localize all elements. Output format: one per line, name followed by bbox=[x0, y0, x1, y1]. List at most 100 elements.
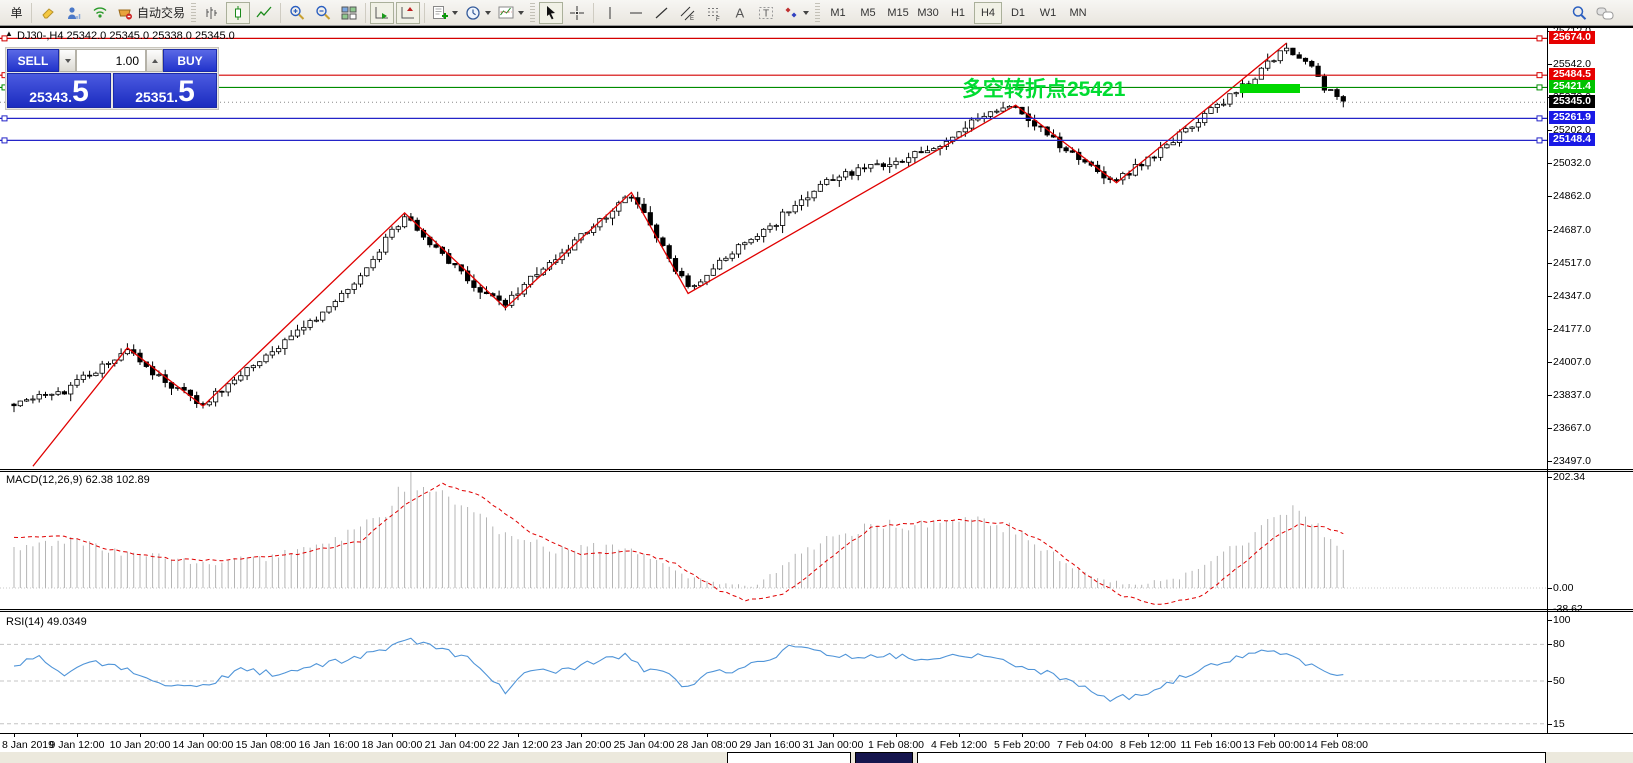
mt4-window: 单 自动交易 bbox=[0, 0, 1633, 763]
channel-tool-button[interactable]: E bbox=[676, 2, 700, 24]
time-axis-tick bbox=[329, 734, 330, 737]
arrows-tool-button[interactable] bbox=[780, 2, 811, 24]
price-axis-tick bbox=[1548, 196, 1552, 197]
chevron-down-icon bbox=[803, 11, 809, 15]
indicators-icon bbox=[431, 4, 449, 22]
rsi-axis-tick bbox=[1548, 620, 1552, 621]
price-level-tag: 25261.9 bbox=[1549, 111, 1595, 124]
fibonacci-tool-button[interactable]: F bbox=[702, 2, 726, 24]
crosshair-tool-button[interactable] bbox=[565, 2, 589, 24]
price-axis-tick bbox=[1548, 395, 1552, 396]
volume-increase-button[interactable] bbox=[146, 49, 163, 72]
search-button[interactable] bbox=[1567, 2, 1591, 24]
chart-shift-button[interactable] bbox=[396, 2, 420, 24]
macd-axis-tick-label: 0.00 bbox=[1553, 582, 1573, 594]
rsi-axis-tick-label: 15 bbox=[1553, 718, 1565, 730]
sell-price-fraction: 5 bbox=[72, 78, 89, 106]
periods-button[interactable] bbox=[462, 2, 493, 24]
tab-timeframe-mn[interactable]: MN bbox=[1064, 2, 1092, 24]
time-axis-label: 5 Feb 20:00 bbox=[994, 739, 1050, 751]
price-axis-tick-label: 23837.0 bbox=[1553, 389, 1591, 401]
eraser-button[interactable] bbox=[36, 2, 60, 24]
zoom-in-button[interactable] bbox=[285, 2, 309, 24]
sell-button[interactable]: SELL bbox=[7, 49, 59, 72]
text-label-icon: T bbox=[757, 4, 775, 22]
time-axis-label: 10 Jan 20:00 bbox=[110, 739, 171, 751]
strategy-tester-button[interactable] bbox=[62, 2, 86, 24]
tab-timeframe-m15[interactable]: M15 bbox=[884, 2, 912, 24]
pane-splitter-rsi[interactable] bbox=[0, 609, 1633, 612]
indicators-button[interactable] bbox=[429, 2, 460, 24]
time-axis-label: 8 Jan 2019 bbox=[2, 739, 54, 751]
text-label-tool-button[interactable]: T bbox=[754, 2, 778, 24]
candlestick-chart-button[interactable] bbox=[226, 2, 250, 24]
time-axis-label: 11 Feb 16:00 bbox=[1180, 739, 1241, 751]
time-axis-tick bbox=[518, 734, 519, 737]
templates-button[interactable] bbox=[495, 2, 526, 24]
volume-input[interactable] bbox=[76, 49, 146, 72]
macd-indicator-canvas[interactable] bbox=[0, 472, 1547, 609]
one-click-trading-panel: SELL BUY 25343.5 25351.5 bbox=[5, 47, 219, 110]
signal-icon bbox=[91, 4, 109, 22]
bar-chart-button[interactable] bbox=[200, 2, 224, 24]
time-axis-tick bbox=[644, 734, 645, 737]
signals-button[interactable] bbox=[88, 2, 112, 24]
tab-timeframe-m30[interactable]: M30 bbox=[914, 2, 942, 24]
price-axis-tick bbox=[1548, 428, 1552, 429]
price-axis-tick-label: 24862.0 bbox=[1553, 190, 1591, 202]
tab-timeframe-w1[interactable]: W1 bbox=[1034, 2, 1062, 24]
time-axis-tick bbox=[1022, 734, 1023, 737]
time-axis-label: 31 Jan 00:00 bbox=[803, 739, 864, 751]
buy-button[interactable]: BUY bbox=[163, 49, 217, 72]
chevron-down-icon bbox=[485, 11, 491, 15]
tab-timeframe-d1[interactable]: D1 bbox=[1004, 2, 1032, 24]
autotrading-button[interactable]: 自动交易 bbox=[114, 2, 187, 24]
time-axis-tick bbox=[770, 734, 771, 737]
cursor-tool-button[interactable] bbox=[539, 2, 563, 24]
price-axis-tick-label: 24007.0 bbox=[1553, 356, 1591, 368]
tab-timeframe-m5[interactable]: M5 bbox=[854, 2, 882, 24]
price-axis-tick bbox=[1548, 362, 1552, 363]
new-order-button[interactable]: 单 bbox=[3, 2, 27, 24]
macd-label: MACD(12,26,9) 62.38 102.89 bbox=[6, 474, 150, 486]
tab-timeframe-m1[interactable]: M1 bbox=[824, 2, 852, 24]
search-icon bbox=[1570, 4, 1588, 22]
trendline-tool-button[interactable] bbox=[650, 2, 674, 24]
tab-timeframe-h1[interactable]: H1 bbox=[944, 2, 972, 24]
line-chart-icon bbox=[255, 4, 273, 22]
chevron-down-icon bbox=[452, 11, 458, 15]
vertical-line-tool-button[interactable] bbox=[598, 2, 622, 24]
tile-windows-button[interactable] bbox=[337, 2, 361, 24]
price-axis-tick-label: 25032.0 bbox=[1553, 157, 1591, 169]
macd-axis-tick bbox=[1548, 477, 1552, 478]
zoom-out-button[interactable] bbox=[311, 2, 335, 24]
price-axis-tick-label: 23497.0 bbox=[1553, 455, 1591, 467]
time-axis-label: 14 Feb 08:00 bbox=[1306, 739, 1368, 751]
tab-timeframe-h4[interactable]: H4 bbox=[974, 2, 1002, 24]
line-chart-button[interactable] bbox=[252, 2, 276, 24]
time-axis-label: 22 Jan 12:00 bbox=[488, 739, 549, 751]
price-chart-canvas[interactable]: 多空转折点25421 bbox=[0, 28, 1547, 469]
time-axis-label: 14 Jan 00:00 bbox=[173, 739, 234, 751]
time-axis-tick bbox=[140, 734, 141, 737]
auto-scroll-button[interactable] bbox=[370, 2, 394, 24]
volume-decrease-button[interactable] bbox=[59, 49, 76, 72]
price-axis-tick bbox=[1548, 130, 1552, 131]
status-bar-segment bbox=[727, 752, 851, 763]
macd-axis-tick bbox=[1548, 609, 1552, 610]
price-level-tag: 25674.0 bbox=[1549, 31, 1595, 44]
sell-price-display[interactable]: 25343.5 bbox=[7, 73, 111, 108]
sell-price-main: 25343 bbox=[29, 89, 68, 106]
buy-price-display[interactable]: 25351.5 bbox=[113, 73, 217, 108]
chart-title: DJ30-,H4 25342.0 25345.0 25338.0 25345.0 bbox=[17, 30, 235, 42]
chevron-down-icon bbox=[518, 11, 524, 15]
price-axis-border bbox=[1547, 28, 1548, 733]
text-tool-button[interactable]: A bbox=[728, 2, 752, 24]
chat-button[interactable] bbox=[1593, 2, 1617, 24]
rsi-label: RSI(14) 49.0349 bbox=[6, 616, 87, 628]
rsi-indicator-canvas[interactable] bbox=[0, 612, 1547, 733]
price-level-tag: 25148.4 bbox=[1549, 133, 1595, 146]
horizontal-line-tool-button[interactable] bbox=[624, 2, 648, 24]
time-axis-tick bbox=[707, 734, 708, 737]
pane-splitter-macd[interactable] bbox=[0, 469, 1633, 472]
